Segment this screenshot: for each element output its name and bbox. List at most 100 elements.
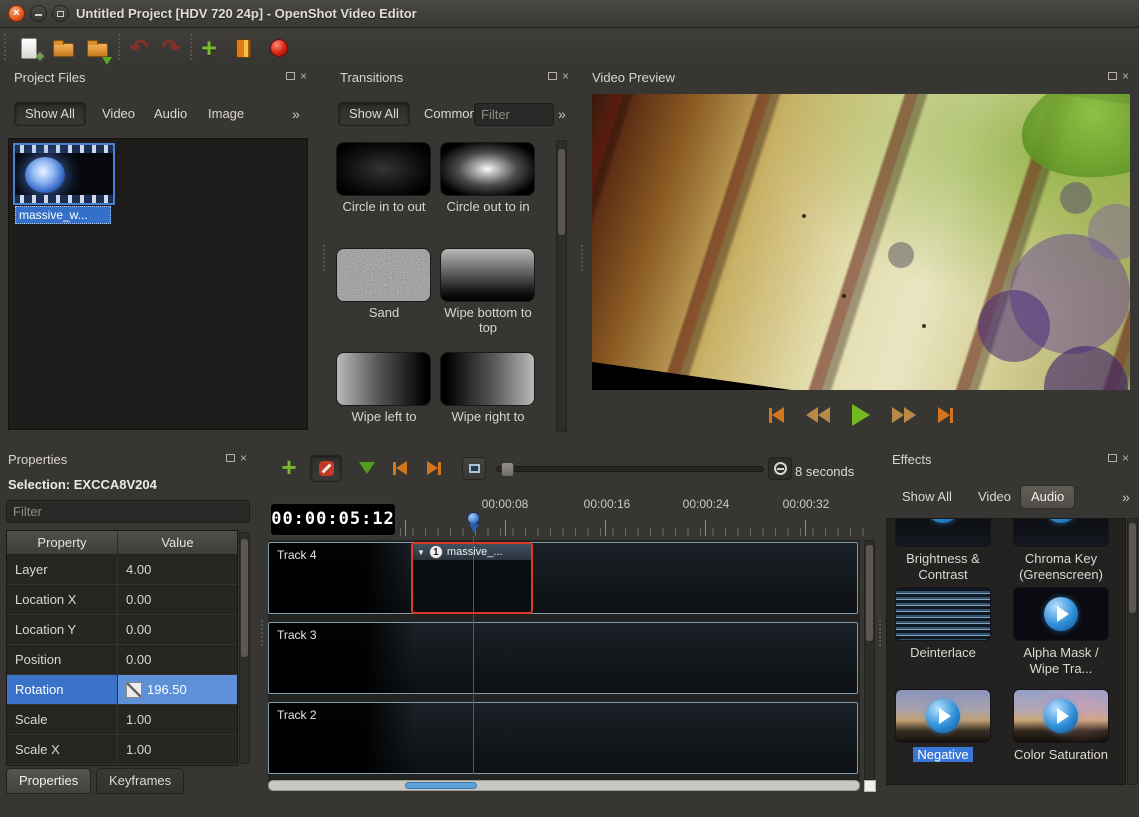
export-video-button[interactable] (266, 35, 292, 61)
table-row-selected[interactable]: Rotation 196.50 (7, 675, 237, 705)
transitions-filter-input[interactable] (474, 103, 554, 126)
tab-properties[interactable]: Properties (6, 768, 91, 794)
center-playhead-button[interactable] (462, 457, 486, 480)
tab-effects-audio[interactable]: Audio (1020, 485, 1075, 509)
window-close-button[interactable]: × (8, 5, 25, 22)
play-button[interactable] (852, 404, 870, 426)
timeline-horizontal-scrollbar[interactable] (268, 780, 860, 791)
tab-project-audio[interactable]: Audio (144, 102, 197, 126)
transition-item[interactable]: Wipe right to (440, 352, 536, 424)
add-marker-button[interactable] (356, 458, 378, 478)
new-project-button[interactable]: + (16, 35, 42, 61)
close-panel-icon[interactable]: × (562, 71, 569, 81)
jump-start-button[interactable] (769, 407, 784, 423)
tab-effects-show-all[interactable]: Show All (892, 485, 962, 509)
project-tabs-overflow-icon[interactable]: » (292, 106, 300, 122)
table-row[interactable]: Location Y 0.00 (7, 615, 237, 645)
playhead-marker[interactable] (467, 512, 480, 525)
splitter-handle[interactable] (323, 245, 327, 271)
snapping-toggle[interactable] (310, 455, 342, 482)
timeline-vertical-scrollbar[interactable] (864, 540, 875, 780)
close-panel-icon[interactable]: × (1122, 71, 1129, 81)
transition-item[interactable]: Wipe left to (336, 352, 432, 424)
open-project-button[interactable] (50, 35, 76, 61)
track-4[interactable]: Track 4 ▼ 1 massive_... (268, 542, 858, 614)
timeline-hscroll-thumb[interactable] (405, 782, 477, 789)
effects-dock-controls[interactable]: × (1108, 453, 1129, 463)
properties-filter-input[interactable] (6, 500, 250, 523)
toolbar-grip[interactable] (4, 34, 8, 60)
add-track-button[interactable]: + (276, 454, 302, 480)
effect-item[interactable]: Color Saturation (1007, 689, 1115, 763)
jump-end-button[interactable] (938, 407, 953, 423)
effect-item[interactable]: Alpha Mask / Wipe Tra... (1007, 587, 1115, 677)
splitter-handle[interactable] (261, 620, 265, 646)
effects-tabs-overflow-icon[interactable]: » (1122, 489, 1130, 505)
ruler-timestamp: 00:00:16 (572, 497, 642, 511)
table-row[interactable]: Location X 0.00 (7, 585, 237, 615)
import-files-button[interactable]: + (196, 35, 222, 61)
close-panel-icon[interactable]: × (1122, 453, 1129, 463)
transitions-tabs-overflow-icon[interactable]: » (558, 106, 566, 122)
tab-effects-video[interactable]: Video (968, 485, 1021, 509)
window-maximize-button[interactable] (52, 5, 69, 22)
timeline-clip-selected[interactable]: ▼ 1 massive_... (411, 542, 533, 614)
zoom-slider[interactable] (496, 466, 764, 472)
table-row[interactable]: Position 0.00 (7, 645, 237, 675)
properties-dock-controls[interactable]: × (226, 453, 247, 463)
splitter-handle[interactable] (879, 620, 883, 646)
track-2[interactable]: Track 2 (268, 702, 858, 774)
window-minimize-button[interactable] (30, 5, 47, 22)
tab-keyframes[interactable]: Keyframes (96, 768, 184, 794)
float-panel-icon[interactable] (548, 72, 557, 80)
transition-item[interactable]: Circle out to in (440, 142, 536, 214)
float-panel-icon[interactable] (226, 454, 235, 462)
keyframe-interpolation-icon[interactable] (126, 682, 142, 698)
tab-project-show-all[interactable]: Show All (14, 102, 86, 126)
rewind-button[interactable] (806, 407, 830, 423)
timeline-vscroll-thumb[interactable] (866, 545, 873, 641)
transitions-scrollbar[interactable] (556, 140, 567, 432)
video-preview-dock-controls[interactable]: × (1108, 71, 1129, 81)
float-panel-icon[interactable] (1108, 454, 1117, 462)
video-preview-frame[interactable] (592, 94, 1130, 390)
table-row[interactable]: Scale 1.00 (7, 705, 237, 735)
transition-item[interactable]: Circle in to out (336, 142, 432, 214)
transition-item[interactable]: Wipe bottom to top (440, 248, 536, 335)
previous-marker-button[interactable] (388, 458, 412, 478)
float-panel-icon[interactable] (286, 72, 295, 80)
project-file-item[interactable]: massive_w... (15, 145, 115, 224)
next-marker-button[interactable] (422, 458, 446, 478)
effect-item[interactable]: Brightness & Contrast (889, 518, 997, 583)
choose-profile-button[interactable] (230, 35, 256, 61)
close-panel-icon[interactable]: × (240, 453, 247, 463)
properties-scrollbar-thumb[interactable] (241, 539, 248, 657)
close-panel-icon[interactable]: × (300, 71, 307, 81)
clip-menu-chevron-icon[interactable]: ▼ (417, 548, 425, 557)
properties-scrollbar[interactable] (239, 532, 250, 764)
effect-item-selected[interactable]: Negative (889, 689, 997, 763)
effects-scrollbar-thumb[interactable] (1129, 523, 1136, 613)
track-3[interactable]: Track 3 (268, 622, 858, 694)
transitions-scrollbar-thumb[interactable] (558, 149, 565, 235)
transition-item[interactable]: Sand (336, 248, 432, 320)
tab-transitions-show-all[interactable]: Show All (338, 102, 410, 126)
effect-item[interactable]: Deinterlace (889, 587, 997, 661)
fast-forward-button[interactable] (892, 407, 916, 423)
zoom-slider-handle[interactable] (501, 462, 514, 477)
save-project-button[interactable] (84, 35, 110, 61)
project-files-dock-controls[interactable]: × (286, 71, 307, 81)
zoom-out-button[interactable] (768, 457, 792, 480)
transitions-dock-controls[interactable]: × (548, 71, 569, 81)
float-panel-icon[interactable] (1108, 72, 1117, 80)
clip-header[interactable]: ▼ 1 massive_... (413, 544, 531, 560)
effects-scrollbar[interactable] (1127, 518, 1138, 785)
undo-button[interactable]: ↶ (126, 35, 152, 61)
table-row[interactable]: Scale X 1.00 (7, 735, 237, 765)
table-row[interactable]: Layer 4.00 (7, 555, 237, 585)
tab-project-video[interactable]: Video (92, 102, 145, 126)
redo-button[interactable]: ↷ (158, 35, 184, 61)
tab-project-image[interactable]: Image (198, 102, 254, 126)
splitter-handle[interactable] (581, 245, 585, 271)
effect-item[interactable]: Chroma Key (Greenscreen) (1007, 518, 1115, 583)
